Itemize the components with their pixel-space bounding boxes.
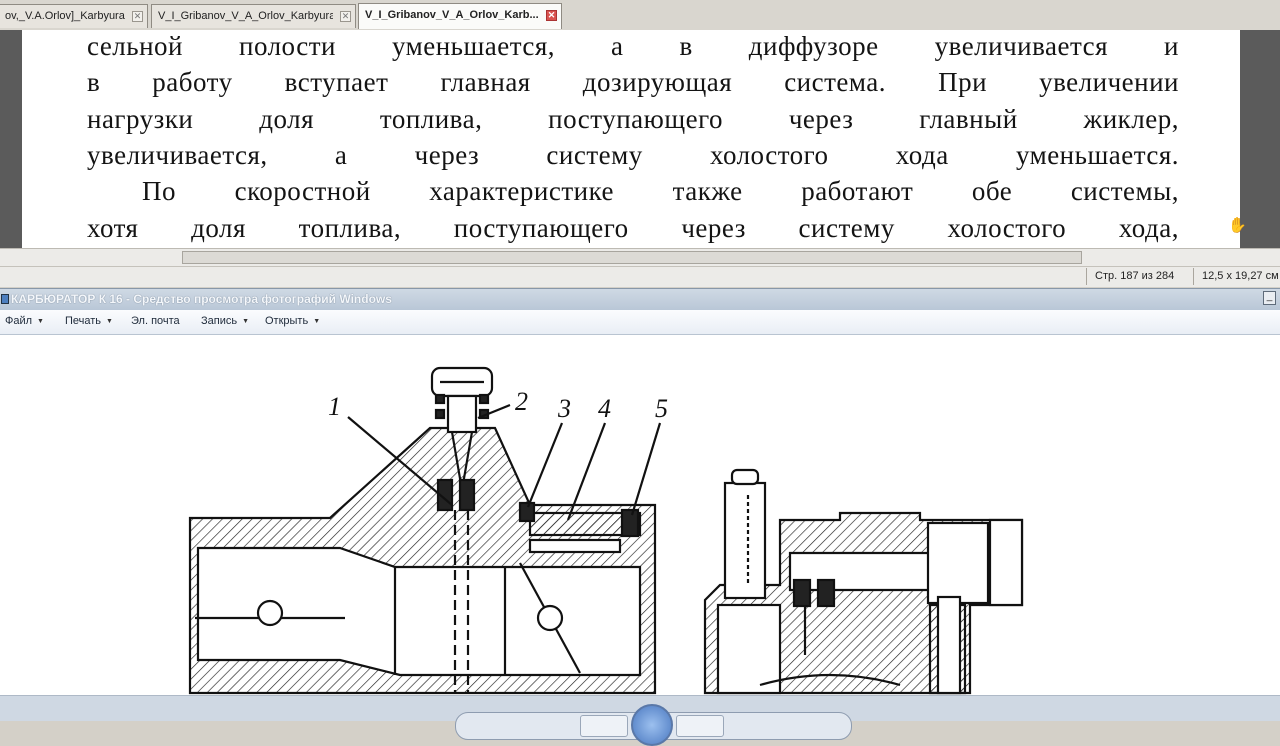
document-tab-bar: ov,_V.A.Orlov]_Karbyura... ✕ V_I_Gribano… <box>0 0 1280 31</box>
slideshow-button[interactable] <box>631 704 673 746</box>
menu-file-label: Файл <box>5 315 33 327</box>
tab-3-label: V_I_Gribanov_V_A_Orlov_Karb... <box>365 9 539 21</box>
chevron-down-icon: ▼ <box>106 317 113 325</box>
horizontal-scrollbar[interactable] <box>0 248 1280 267</box>
tab-2-close-icon[interactable]: ✕ <box>340 11 351 22</box>
photo-viewer-titlebar[interactable]: КАРБЮРАТОР К 16 - Средство просмотра фот… <box>0 288 1280 310</box>
next-button[interactable] <box>676 715 724 737</box>
page-counter: Стр. 187 из 284 <box>1086 268 1200 285</box>
carburetor-diagram: 1 2 3 4 5 <box>188 366 1024 695</box>
document-page[interactable]: сельной полости уменьшается, а в диффузо… <box>22 30 1240 248</box>
diagram-label-5: 5 <box>655 394 668 423</box>
diagram-label-1: 1 <box>328 392 341 421</box>
document-tab-2[interactable]: V_I_Gribanov_V_A_Orlov_Karbyurat... ✕ <box>151 4 356 28</box>
hand-cursor-icon: ✋ <box>1228 217 1247 234</box>
menu-open-label: Открыть <box>265 315 309 327</box>
menu-record[interactable]: Запись ▼ <box>201 315 249 327</box>
tab-3-close-icon[interactable]: ✕ <box>546 10 557 21</box>
menu-open[interactable]: Открыть ▼ <box>265 315 320 327</box>
document-viewer[interactable]: сельной полости уменьшается, а в диффузо… <box>0 30 1280 248</box>
document-text-line: в работу вступает главная дозирующая сис… <box>87 67 1179 97</box>
diagram-label-3: 3 <box>557 394 571 423</box>
document-text-line: хотя доля топлива, поступающего через си… <box>87 213 1179 243</box>
jet-2 <box>458 478 476 512</box>
photo-canvas[interactable]: 1 2 3 4 5 <box>0 335 1280 695</box>
document-tab-1[interactable]: ov,_V.A.Orlov]_Karbyura... ✕ <box>0 4 148 28</box>
menu-record-label: Запись <box>201 315 238 327</box>
menu-print-label: Печать <box>65 315 102 327</box>
chevron-down-icon: ▼ <box>313 317 321 325</box>
tab-2-label: V_I_Gribanov_V_A_Orlov_Karbyurat... <box>158 10 333 22</box>
document-text-line: нагрузки доля топлива, поступающего чере… <box>87 104 1179 134</box>
chevron-down-icon: ▼ <box>242 317 250 325</box>
tab-1-label: ov,_V.A.Orlov]_Karbyura... <box>5 10 125 22</box>
photo-viewer-menubar: Файл ▼ Печать ▼ Эл. почта Запись ▼ Открыть ▼ <box>0 310 1280 335</box>
menu-file[interactable]: Файл ▼ <box>5 315 44 327</box>
document-tab-3-active[interactable]: V_I_Gribanov_V_A_Orlov_Karb... ✕ <box>358 3 562 29</box>
photo-viewer-app-icon <box>1 294 9 304</box>
status-bar: Стр. 187 из 284 12,5 x 19,27 см <box>0 266 1280 287</box>
page-size: 12,5 x 19,27 см <box>1193 268 1280 285</box>
menu-email[interactable]: Эл. почта <box>131 315 180 327</box>
diagram-label-2: 2 <box>515 387 528 416</box>
document-text-line: По скоростной характеристике также работ… <box>142 176 1179 206</box>
document-text-line: сельной полости уменьшается, а в диффузо… <box>87 31 1179 61</box>
document-text-line: увеличивается, а через систему холостого… <box>87 140 1179 170</box>
diagram-label-4: 4 <box>598 394 611 423</box>
chevron-down-icon: ▼ <box>37 317 44 325</box>
previous-button[interactable] <box>580 715 628 737</box>
photo-viewer-controls-bar <box>0 695 1280 746</box>
tab-1-close-icon[interactable]: ✕ <box>132 11 143 22</box>
menu-print[interactable]: Печать ▼ <box>65 315 113 327</box>
window-title: КАРБЮРАТОР К 16 - Средство просмотра фот… <box>11 292 392 306</box>
minimize-button[interactable]: _ <box>1263 291 1276 305</box>
scrollbar-thumb[interactable] <box>182 251 1082 264</box>
